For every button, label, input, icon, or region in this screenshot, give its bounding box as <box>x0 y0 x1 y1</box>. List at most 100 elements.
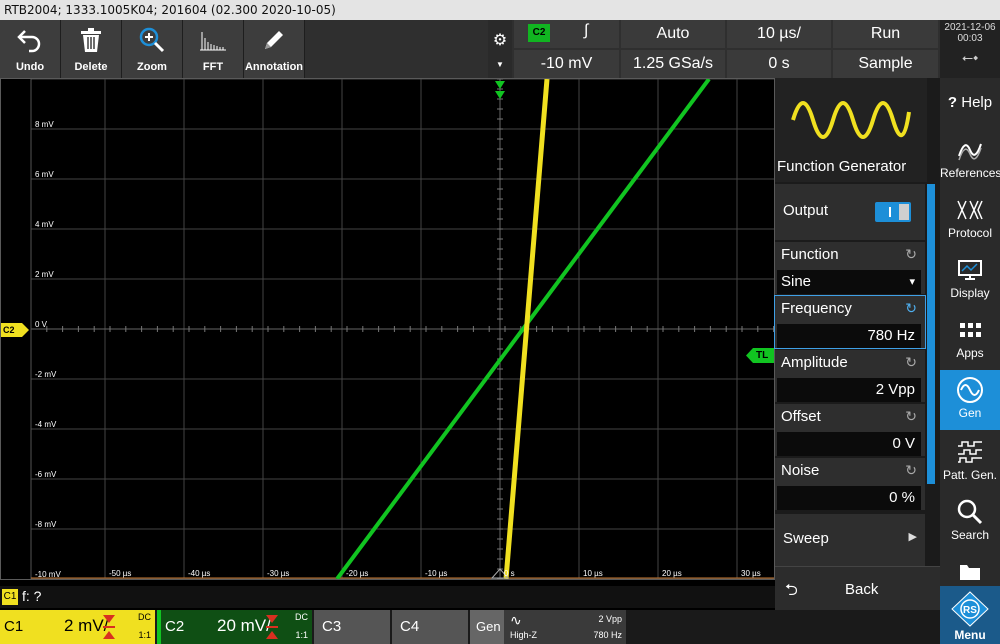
trigger-level[interactable]: -10 mV <box>514 50 619 78</box>
gen-name: Gen <box>476 619 501 634</box>
zoom-button[interactable]: Zoom <box>122 20 183 78</box>
channel-c1[interactable]: C1 2 mV/ DC 1:1 <box>0 610 155 644</box>
annotation-button[interactable]: Annotation <box>244 20 305 78</box>
formula-text: f: ? <box>22 588 42 604</box>
search-label: Search <box>950 528 990 542</box>
sample-rate[interactable]: 1.25 GSa/s <box>621 50 725 78</box>
frequency-row[interactable]: Frequency ↻ 780 Hz <box>774 295 926 349</box>
fft-label: FFT <box>202 61 224 73</box>
c3-name: C3 <box>322 618 342 635</box>
acquisition-mode[interactable]: Sample <box>833 50 938 78</box>
y-axis-label: 2 mV <box>35 270 54 279</box>
y-axis-label: 0 V <box>35 320 48 329</box>
offset-row[interactable]: Offset ↻ 0 V <box>775 404 925 456</box>
x-axis-label: 30 µs <box>741 569 761 578</box>
sine-wave-icon <box>791 101 911 139</box>
channel-gen[interactable]: Gen ∿ High-Z 2 Vpp 780 Hz <box>470 610 626 644</box>
pattern-gen-button[interactable]: Patt. Gen. <box>940 432 1000 492</box>
trigger-mode[interactable]: Auto <box>621 20 725 48</box>
y-axis-label: -2 mV <box>35 370 57 379</box>
x-axis-label: -40 µs <box>188 569 211 578</box>
apps-label: Apps <box>956 346 984 360</box>
delete-button[interactable]: Delete <box>61 20 122 78</box>
settings-button[interactable]: ⚙ ▼ <box>488 20 512 78</box>
back-button[interactable]: ⮌ Back <box>775 566 940 610</box>
zoom-icon <box>138 25 166 55</box>
output-toggle-row[interactable]: Output <box>775 184 925 240</box>
noise-field[interactable]: 0 % <box>777 486 921 510</box>
waveform-display[interactable]: C2 TL 8 mV 6 mV 4 mV 2 mV 0 V -2 mV -4 mV -6 mV… <box>0 78 775 580</box>
search-button[interactable]: Search <box>940 492 1000 552</box>
timebase[interactable]: 10 µs/ <box>727 20 831 48</box>
rs-logo-icon: RS <box>951 591 989 627</box>
help-icon: ? <box>947 94 958 111</box>
sweep-label: Sweep <box>783 530 829 547</box>
protocol-label: Protocol <box>947 226 993 240</box>
references-icon <box>940 136 1000 164</box>
fft-button[interactable]: FFT <box>183 20 244 78</box>
offset-field[interactable]: 0 V <box>777 432 921 456</box>
function-label: Function <box>781 246 839 263</box>
y-axis-label: 8 mV <box>35 120 54 129</box>
trigger-source-badge: C2 <box>528 24 550 42</box>
reset-icon[interactable]: ↻ <box>905 354 917 371</box>
function-row[interactable]: Function ↻ Sine ▾ <box>775 242 925 294</box>
x-axis-label: 10 µs <box>583 569 603 578</box>
amplitude-row[interactable]: Amplitude ↻ 2 Vpp <box>775 350 925 402</box>
folder-button[interactable] <box>940 554 1000 584</box>
function-select[interactable]: Sine ▾ <box>777 270 921 294</box>
frequency-field[interactable]: 780 Hz <box>777 324 921 348</box>
run-stop-button[interactable]: Run <box>833 20 938 48</box>
output-label: Output <box>783 202 829 219</box>
channel-c3[interactable]: C3 <box>314 610 390 644</box>
back-label: Back <box>845 581 879 598</box>
c1-ratio: 1:1 <box>138 630 151 640</box>
display-button[interactable]: Display <box>940 250 1000 310</box>
c2-ratio: 1:1 <box>295 630 308 640</box>
sine-icon: ∿ <box>510 612 522 628</box>
help-button[interactable]: ? Help <box>940 82 1000 128</box>
menu-button[interactable]: RS Menu <box>940 586 1000 644</box>
reset-icon[interactable]: ↻ <box>905 246 917 263</box>
trash-icon <box>79 25 103 55</box>
channel-bar: C1 2 mV/ DC 1:1 C2 20 mV/ DC 1:1 C3 C4 G… <box>0 610 940 644</box>
amplitude-field[interactable]: 2 Vpp <box>777 378 921 402</box>
gen-button[interactable]: Gen <box>940 370 1000 430</box>
references-label: References <box>940 166 1000 180</box>
undo-icon <box>17 25 43 55</box>
menu-label: Menu <box>954 628 986 642</box>
reset-icon[interactable]: ↻ <box>905 408 917 425</box>
rising-edge-icon: ∫ <box>584 22 589 39</box>
pattern-gen-label: Patt. Gen. <box>942 468 998 482</box>
waveform-canvas <box>30 79 774 579</box>
channel-c4[interactable]: C4 <box>392 610 468 644</box>
references-button[interactable]: References <box>940 130 1000 190</box>
chevron-right-icon: ▶ <box>908 531 917 543</box>
x-axis-label: -30 µs <box>267 569 290 578</box>
sweep-row[interactable]: Sweep ▶ <box>775 514 925 566</box>
undo-button[interactable]: Undo <box>0 20 61 78</box>
protocol-button[interactable]: Protocol <box>940 190 1000 250</box>
y-axis-label: 6 mV <box>35 170 54 179</box>
display-icon <box>940 256 1000 284</box>
noise-row[interactable]: Noise ↻ 0 % <box>775 458 925 510</box>
display-label: Display <box>950 286 990 300</box>
svg-text:RS: RS <box>963 605 977 616</box>
formula-bar[interactable]: C1 f: ? <box>0 586 775 608</box>
horizontal-position[interactable]: 0 s <box>727 50 831 78</box>
panel-scrollbar[interactable] <box>927 184 935 484</box>
fg-header: Function Generator <box>775 78 927 182</box>
x-axis-label: 0 s <box>504 569 515 578</box>
bandwidth-icon <box>103 615 115 639</box>
bandwidth-icon <box>266 615 278 639</box>
reset-icon[interactable]: ↻ <box>905 300 917 317</box>
reset-icon[interactable]: ↻ <box>905 462 917 479</box>
y-axis-label: -10 mV <box>35 570 61 579</box>
zoom-label: Zoom <box>137 61 167 73</box>
title-bar: RTB2004; 1333.1005K04; 201604 (02.300 20… <box>0 0 1000 20</box>
x-axis-label: -50 µs <box>109 569 132 578</box>
apps-button[interactable]: Apps <box>940 310 1000 370</box>
channel-c2[interactable]: C2 20 mV/ DC 1:1 <box>157 610 312 644</box>
gen-label: Gen <box>958 406 982 420</box>
output-toggle[interactable] <box>875 202 911 222</box>
